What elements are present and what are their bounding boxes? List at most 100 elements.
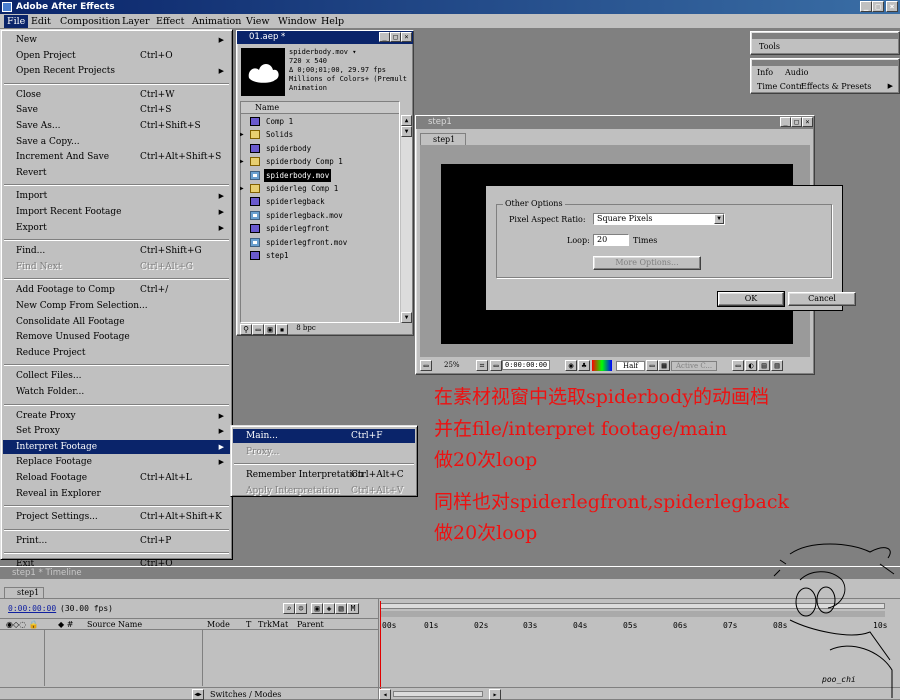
- pixel-aspect-select[interactable]: Square Pixels ▼: [593, 213, 725, 225]
- file-menu-item[interactable]: Import Recent Footage ▶: [3, 205, 230, 219]
- camera-select[interactable]: Active C...: [671, 361, 718, 371]
- new-comp-icon[interactable]: ▣: [264, 324, 276, 335]
- project-scrollbar[interactable]: ▲ ▼ ▼: [401, 115, 412, 323]
- switches-modes-toggle[interactable]: Switches / Modes: [210, 690, 281, 699]
- file-menu-item[interactable]: Reload Footage Ctrl+Alt+L: [3, 471, 230, 485]
- motion-blur-icon[interactable]: ◈: [323, 603, 335, 614]
- col-trkmat[interactable]: TrkMat: [258, 619, 288, 630]
- file-menu-item[interactable]: Watch Folder...: [3, 385, 230, 399]
- shy-icon[interactable]: ☺: [295, 603, 307, 614]
- file-menu-item[interactable]: Increment And Save Ctrl+Alt+Shift+S: [3, 150, 230, 164]
- project-item[interactable]: spiderlegback: [240, 195, 400, 208]
- time-ruler-tick: 00s: [382, 621, 397, 630]
- file-menu-item[interactable]: Project Settings... Ctrl+Alt+Shift+K: [3, 510, 230, 524]
- file-menu-item[interactable]: Remove Unused Footage: [3, 330, 230, 344]
- menu-window[interactable]: Window: [275, 15, 320, 28]
- project-item[interactable]: spiderlegback.mov: [240, 209, 400, 222]
- project-item[interactable]: ▶ spiderleg Comp 1: [240, 182, 400, 195]
- timeline-tab[interactable]: step1: [4, 587, 44, 598]
- close-button[interactable]: ×: [886, 1, 898, 12]
- menu-effect[interactable]: Effect: [153, 15, 187, 28]
- project-item[interactable]: spiderbody: [240, 142, 400, 155]
- loop-input[interactable]: 20: [593, 234, 629, 246]
- col-source-name[interactable]: Source Name: [87, 619, 142, 630]
- menu-help[interactable]: Help: [318, 15, 347, 28]
- twirl-icon[interactable]: ▶: [240, 155, 244, 168]
- file-menu-item[interactable]: Import ▶: [3, 189, 230, 203]
- more-options-button[interactable]: More Options...: [593, 256, 701, 270]
- new-folder-icon[interactable]: ▭: [252, 324, 264, 335]
- zoom-slider[interactable]: [393, 691, 483, 697]
- time-controls-tab[interactable]: Time Contr: [757, 82, 803, 91]
- file-menu-item[interactable]: Export ▶: [3, 221, 230, 235]
- menu-item-shortcut: Ctrl+W: [140, 89, 175, 100]
- file-menu-item[interactable]: Print... Ctrl+P: [3, 534, 230, 548]
- comp-tab[interactable]: step1: [420, 133, 466, 145]
- comp-timecode[interactable]: 0:00:00:00: [502, 360, 551, 370]
- file-menu-item[interactable]: Reduce Project: [3, 346, 230, 360]
- file-menu-item[interactable]: Open Project Ctrl+O: [3, 49, 230, 63]
- file-menu-item[interactable]: New ▶: [3, 33, 230, 47]
- color-channels-icon[interactable]: [592, 360, 612, 371]
- file-menu-item[interactable]: Add Footage to Comp Ctrl+/: [3, 283, 230, 297]
- current-time-indicator[interactable]: [380, 601, 381, 700]
- cancel-button[interactable]: Cancel: [788, 292, 856, 306]
- timeline-timecode[interactable]: 0:00:00:00: [8, 604, 56, 613]
- file-menu-item[interactable]: Close Ctrl+W: [3, 88, 230, 102]
- file-menu-item[interactable]: Consolidate All Footage: [3, 315, 230, 329]
- twirl-icon[interactable]: ▶: [240, 182, 244, 195]
- menu-layer[interactable]: Layer: [119, 15, 153, 28]
- zoom-value[interactable]: 25%: [444, 361, 460, 369]
- file-menu-item[interactable]: New Comp From Selection...: [3, 299, 230, 313]
- file-menu-item[interactable]: Replace Footage ▶: [3, 455, 230, 469]
- marker-icon[interactable]: M: [347, 603, 359, 614]
- file-menu-item[interactable]: Set Proxy ▶: [3, 424, 230, 438]
- submenu-item[interactable]: Remember Interpretation Ctrl+Alt+C: [233, 468, 415, 482]
- file-menu-item[interactable]: Interpret Footage ▶: [3, 439, 230, 454]
- name-column-header[interactable]: Name: [241, 102, 399, 114]
- effects-presets-tab[interactable]: Effects & Presets: [801, 82, 871, 91]
- file-menu-item[interactable]: Find... Ctrl+Shift+G: [3, 244, 230, 258]
- file-menu-item[interactable]: Save As... Ctrl+Shift+S: [3, 119, 230, 133]
- col-mode[interactable]: Mode: [207, 619, 230, 630]
- draft-3d-icon[interactable]: ▧: [335, 603, 347, 614]
- project-item[interactable]: Comp 1: [240, 115, 400, 128]
- col-t[interactable]: T: [246, 619, 251, 630]
- menu-edit[interactable]: Edit: [28, 15, 54, 28]
- file-menu-item[interactable]: Save a Copy...: [3, 135, 230, 149]
- file-menu-item[interactable]: Collect Files...: [3, 369, 230, 383]
- panel-menu-icon[interactable]: ▶: [888, 82, 893, 90]
- footage-name[interactable]: spiderbody.mov ▾: [289, 48, 407, 57]
- file-menu-item[interactable]: Save Ctrl+S: [3, 103, 230, 117]
- minimize-button[interactable]: _: [860, 1, 872, 12]
- interpret-footage-submenu: Main... Ctrl+F Proxy... Remember Interpreta…: [230, 425, 418, 497]
- ok-button[interactable]: OK: [717, 291, 785, 307]
- comp-mini-icon[interactable]: ⌕: [283, 603, 295, 614]
- menu-view[interactable]: View: [243, 15, 273, 28]
- project-item[interactable]: spiderbody.mov: [240, 168, 400, 182]
- col-parent[interactable]: Parent: [297, 619, 324, 630]
- file-menu-item[interactable]: Reveal in Explorer: [3, 487, 230, 501]
- project-item[interactable]: spiderlegfront: [240, 222, 400, 235]
- menu-composition[interactable]: Composition: [57, 15, 123, 28]
- file-menu-item[interactable]: Open Recent Projects ▶: [3, 64, 230, 78]
- twirl-icon[interactable]: ▶: [240, 128, 244, 141]
- info-tab[interactable]: Info: [757, 68, 773, 77]
- project-item[interactable]: step1: [240, 249, 400, 262]
- resolution-select[interactable]: Half: [616, 361, 646, 371]
- menu-animation[interactable]: Animation: [189, 15, 244, 28]
- find-icon[interactable]: ⚲: [240, 324, 252, 335]
- menu-file[interactable]: File: [4, 15, 29, 28]
- file-menu-item[interactable]: Revert: [3, 166, 230, 180]
- audio-tab[interactable]: Audio: [785, 68, 808, 77]
- project-item[interactable]: ▶ spiderbody Comp 1: [240, 155, 400, 168]
- tools-tab[interactable]: Tools: [759, 42, 780, 51]
- project-item[interactable]: ▶ Solids: [240, 128, 400, 141]
- project-item[interactable]: spiderlegfront.mov: [240, 236, 400, 249]
- bpc-label[interactable]: 8 bpc: [296, 324, 316, 332]
- frame-blend-icon[interactable]: ▣: [311, 603, 323, 614]
- submenu-item[interactable]: Main... Ctrl+F: [233, 429, 415, 443]
- maximize-button[interactable]: □: [872, 1, 884, 12]
- delete-icon[interactable]: ▪: [276, 324, 288, 335]
- file-menu-item[interactable]: Create Proxy ▶: [3, 409, 230, 423]
